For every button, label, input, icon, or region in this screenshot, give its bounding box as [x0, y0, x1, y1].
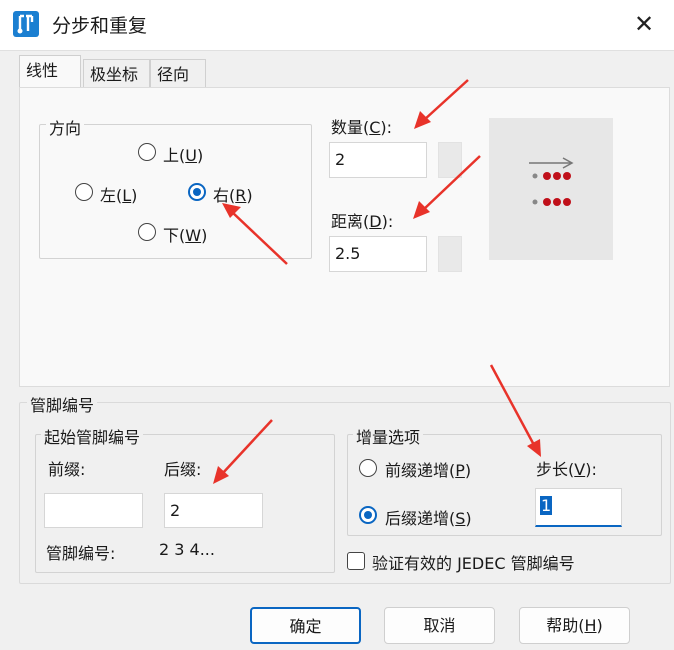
- close-icon[interactable]: ✕: [630, 10, 658, 38]
- label-down: 下(W): [163, 226, 208, 245]
- radio-right[interactable]: [188, 183, 206, 201]
- pin-numbering-legend: 管脚编号: [27, 392, 98, 416]
- title-bar: 分步和重复 ✕: [0, 0, 674, 50]
- radio-up[interactable]: [138, 143, 156, 161]
- start-pin-legend: 起始管脚编号: [41, 424, 144, 448]
- prefix-label: 前缀:: [48, 460, 86, 479]
- tab-radial[interactable]: 径向: [150, 59, 206, 89]
- count-label: 数量(C):: [331, 118, 393, 137]
- distance-label: 距离(D):: [331, 212, 394, 231]
- count-input[interactable]: 2: [329, 142, 427, 178]
- distance-spinner[interactable]: [438, 236, 462, 272]
- label-up: 上(U): [163, 146, 204, 165]
- suffix-label: 后缀:: [164, 460, 202, 479]
- tab-polar[interactable]: 极坐标: [83, 59, 150, 89]
- radio-prefix-increment[interactable]: [359, 459, 377, 477]
- cancel-button[interactable]: 取消: [384, 607, 495, 644]
- step-input[interactable]: 1: [535, 488, 622, 527]
- radio-down[interactable]: [138, 223, 156, 241]
- radio-suffix-increment[interactable]: [359, 506, 377, 524]
- pin-number-preview: 2 3 4...: [159, 540, 215, 559]
- prefix-input[interactable]: [44, 493, 143, 528]
- count-spinner[interactable]: [438, 142, 462, 178]
- window-title: 分步和重复: [52, 15, 148, 37]
- label-suffix-increment: 后缀递增(S): [385, 509, 472, 528]
- ok-button[interactable]: 确定: [250, 607, 361, 644]
- step-value: 1: [540, 496, 553, 515]
- app-icon: [13, 11, 39, 37]
- label-left: 左(L): [100, 186, 138, 205]
- tab-linear[interactable]: 线性: [19, 55, 81, 88]
- label-prefix-increment: 前缀递增(P): [385, 461, 472, 480]
- jedec-label: 验证有效的 JEDEC 管脚编号: [372, 554, 575, 573]
- direction-legend: 方向: [46, 115, 85, 139]
- preview-drawing: [529, 157, 574, 206]
- step-preview: [489, 118, 613, 260]
- radio-left[interactable]: [75, 183, 93, 201]
- pin-number-label: 管脚编号:: [46, 544, 116, 563]
- suffix-input[interactable]: 2: [164, 493, 263, 528]
- distance-input[interactable]: 2.5: [329, 236, 427, 272]
- help-button[interactable]: 帮助(H): [519, 607, 630, 644]
- step-label: 步长(V):: [536, 460, 597, 479]
- increment-legend: 增量选项: [353, 424, 424, 448]
- label-right: 右(R): [213, 186, 253, 205]
- jedec-checkbox[interactable]: [347, 552, 365, 570]
